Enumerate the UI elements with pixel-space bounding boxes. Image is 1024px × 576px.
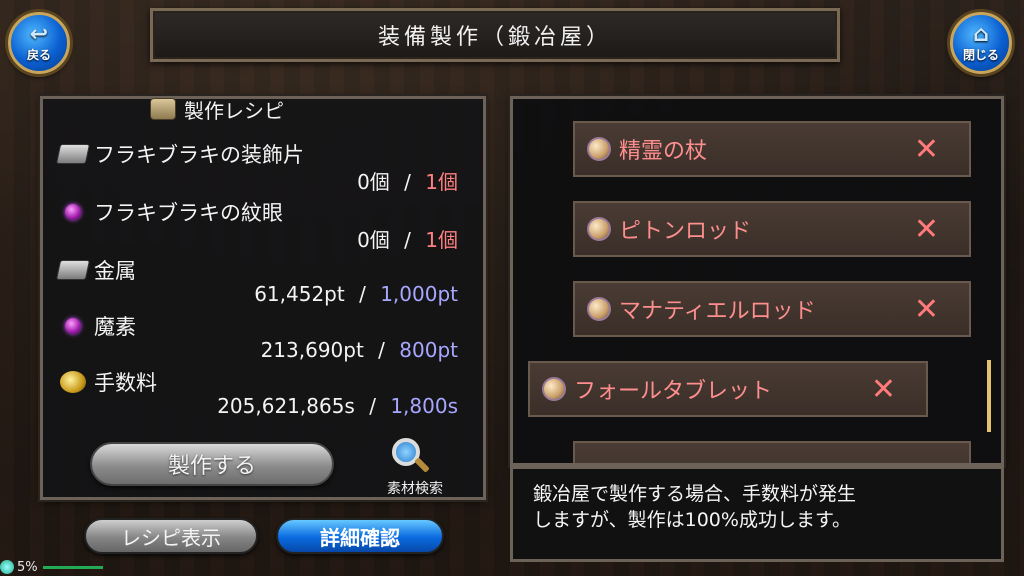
owned-value: 213,690pt — [260, 338, 364, 362]
chest-icon — [150, 98, 176, 120]
material-name: 金属 — [94, 259, 136, 283]
material-row: フラキブラキの紋眼 0個 / 1個 — [58, 198, 458, 252]
material-row: 手数料 205,621,865s / 1,800s — [58, 368, 458, 418]
wand-icon — [542, 377, 566, 401]
unavailable-x-icon: ✕ — [870, 371, 896, 407]
return-arrow-icon: ↩ — [29, 21, 49, 47]
info-message: 鍛冶屋で製作する場合、手数料が発生 しますが、製作は100%成功します。 — [510, 466, 1004, 562]
wand-icon — [587, 137, 611, 161]
required-value: 1個 — [425, 170, 458, 194]
list-scrollbar[interactable] — [987, 360, 991, 432]
required-value: 800pt — [399, 338, 458, 362]
orb-icon — [65, 204, 81, 220]
status-bar — [42, 565, 103, 569]
item-name: ピトンロッド — [619, 219, 752, 244]
status-indicator: 5% — [0, 558, 103, 576]
detail-confirm-button[interactable]: 詳細確認 — [276, 518, 444, 554]
message-line: しますが、製作は100%成功します。 — [533, 509, 852, 531]
back-label: 戻る — [26, 47, 51, 62]
item-name: フォールタブレット — [574, 379, 773, 404]
material-quantity: 0個 / 1個 — [357, 224, 458, 253]
close-label: 閉じる — [962, 47, 999, 62]
material-quantity: 61,452pt / 1,000pt — [254, 282, 458, 306]
message-line: 鍛冶屋で製作する場合、手数料が発生 — [533, 483, 857, 505]
required-value: 1個 — [425, 228, 458, 252]
list-item-selected[interactable]: フォールタブレット ✕ — [528, 361, 928, 417]
material-name: フラキブラキの装飾片 — [94, 143, 304, 167]
list-item[interactable]: ピトンロッド ✕ — [573, 201, 971, 257]
separator: / — [404, 170, 411, 194]
material-quantity: 213,690pt / 800pt — [261, 338, 458, 362]
owned-value: 0個 — [357, 170, 390, 194]
craft-button[interactable]: 製作する — [90, 442, 334, 486]
material-name: 魔素 — [94, 315, 136, 339]
status-icon — [0, 560, 14, 574]
list-item[interactable]: 精霊の杖 ✕ — [573, 121, 971, 177]
orb-icon — [65, 318, 81, 334]
home-icon: ⌂ — [973, 21, 989, 47]
required-value: 1,800s — [390, 394, 458, 418]
material-quantity: 0個 / 1個 — [357, 166, 458, 195]
separator: / — [359, 282, 366, 306]
status-percent: 5% — [17, 559, 38, 575]
recipe-view-button[interactable]: レシピ表示 — [84, 518, 258, 554]
unavailable-x-icon: ✕ — [913, 291, 939, 327]
back-button[interactable]: ↩ 戻る — [8, 12, 70, 74]
item-name: マナティエルロッド — [619, 299, 816, 324]
wand-icon — [587, 217, 611, 241]
recipe-heading: 製作レシピ — [150, 94, 284, 124]
list-item[interactable]: マナティエルロッド ✕ — [573, 281, 971, 337]
owned-value: 61,452pt — [254, 282, 345, 306]
separator: / — [378, 338, 385, 362]
list-item-partial[interactable] — [573, 441, 971, 463]
coins-icon — [60, 371, 86, 393]
equipment-list-panel: 精霊の杖 ✕ ピトンロッド ✕ マナティエルロッド ✕ フォールタブレット ✕ — [510, 96, 1004, 466]
separator: / — [404, 228, 411, 252]
material-row: フラキブラキの装飾片 0個 / 1個 — [55, 140, 458, 194]
ingot-icon — [55, 144, 91, 164]
close-button[interactable]: ⌂ 閉じる — [950, 12, 1012, 74]
unavailable-x-icon: ✕ — [913, 211, 939, 247]
page-title: 装備製作（鍛冶屋） — [150, 8, 840, 62]
ingot-icon — [55, 260, 91, 280]
magnifier-handle — [414, 457, 430, 473]
material-quantity: 205,621,865s / 1,800s — [217, 394, 458, 418]
material-row: 魔素 213,690pt / 800pt — [58, 312, 458, 362]
material-search-label: 素材検索 — [387, 481, 443, 497]
material-name: 手数料 — [94, 371, 157, 395]
recipe-heading-text: 製作レシピ — [184, 98, 284, 123]
item-name: 精霊の杖 — [619, 139, 708, 164]
separator: / — [369, 394, 376, 418]
owned-value: 205,621,865s — [217, 394, 355, 418]
material-row: 金属 61,452pt / 1,000pt — [55, 256, 458, 306]
unavailable-x-icon: ✕ — [913, 131, 939, 167]
material-search-button[interactable]: 素材検索 — [370, 438, 460, 498]
wand-icon — [587, 297, 611, 321]
material-name: フラキブラキの紋眼 — [94, 201, 283, 225]
required-value: 1,000pt — [380, 282, 458, 306]
owned-value: 0個 — [357, 228, 390, 252]
